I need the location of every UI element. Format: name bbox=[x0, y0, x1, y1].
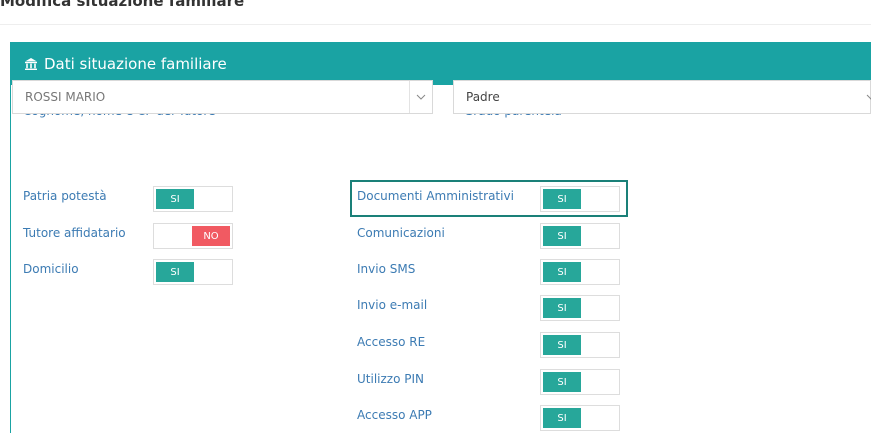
panel-title: Dati situazione familiare bbox=[44, 54, 227, 73]
institution-icon bbox=[24, 57, 38, 71]
toggle-state: SI bbox=[543, 335, 581, 355]
tutor-select[interactable]: ROSSI MARIO bbox=[12, 80, 433, 114]
documenti-amministrativi-label: Documenti Amministrativi bbox=[357, 189, 514, 203]
page-title: Modifica situazione familiare bbox=[0, 0, 245, 10]
toggle-state: SI bbox=[543, 226, 581, 246]
invio-email-toggle[interactable]: SI bbox=[540, 295, 620, 321]
comunicazioni-toggle[interactable]: SI bbox=[540, 223, 620, 249]
tutor-select-value: ROSSI MARIO bbox=[25, 90, 106, 104]
grado-parentela-select[interactable]: Padre bbox=[453, 80, 871, 114]
grado-select-value: Padre bbox=[466, 90, 500, 104]
utilizzo-pin-toggle[interactable]: SI bbox=[540, 369, 620, 395]
panel-header: Dati situazione familiare bbox=[11, 42, 871, 85]
chevron-down-icon[interactable] bbox=[409, 81, 432, 113]
accesso-app-toggle[interactable]: SI bbox=[540, 405, 620, 431]
domicilio-label: Domicilio bbox=[23, 262, 79, 276]
toggle-state: SI bbox=[543, 189, 581, 209]
toggle-state: SI bbox=[543, 298, 581, 318]
toggle-state: SI bbox=[543, 262, 581, 282]
accesso-re-label: Accesso RE bbox=[357, 335, 426, 349]
tutore-affidatario-label: Tutore affidatario bbox=[23, 226, 126, 240]
invio-sms-label: Invio SMS bbox=[357, 262, 416, 276]
toggle-state: SI bbox=[543, 372, 581, 392]
accesso-app-label: Accesso APP bbox=[357, 408, 432, 422]
invio-sms-toggle[interactable]: SI bbox=[540, 259, 620, 285]
patria-potesta-toggle[interactable]: SI bbox=[153, 186, 233, 212]
tutore-affidatario-toggle[interactable]: NO bbox=[153, 223, 233, 249]
toggle-state: SI bbox=[156, 189, 194, 209]
patria-potesta-label: Patria potestà bbox=[23, 189, 107, 203]
chevron-down-icon[interactable] bbox=[860, 81, 871, 113]
invio-email-label: Invio e-mail bbox=[357, 298, 428, 312]
accesso-re-toggle[interactable]: SI bbox=[540, 332, 620, 358]
utilizzo-pin-label: Utilizzo PIN bbox=[357, 372, 424, 386]
title-divider bbox=[0, 24, 871, 25]
domicilio-toggle[interactable]: SI bbox=[153, 259, 233, 285]
toggle-state: SI bbox=[543, 408, 581, 428]
toggle-state: SI bbox=[156, 262, 194, 282]
comunicazioni-label: Comunicazioni bbox=[357, 226, 445, 240]
documenti-amministrativi-toggle[interactable]: SI bbox=[540, 186, 620, 212]
toggle-state: NO bbox=[192, 226, 230, 246]
